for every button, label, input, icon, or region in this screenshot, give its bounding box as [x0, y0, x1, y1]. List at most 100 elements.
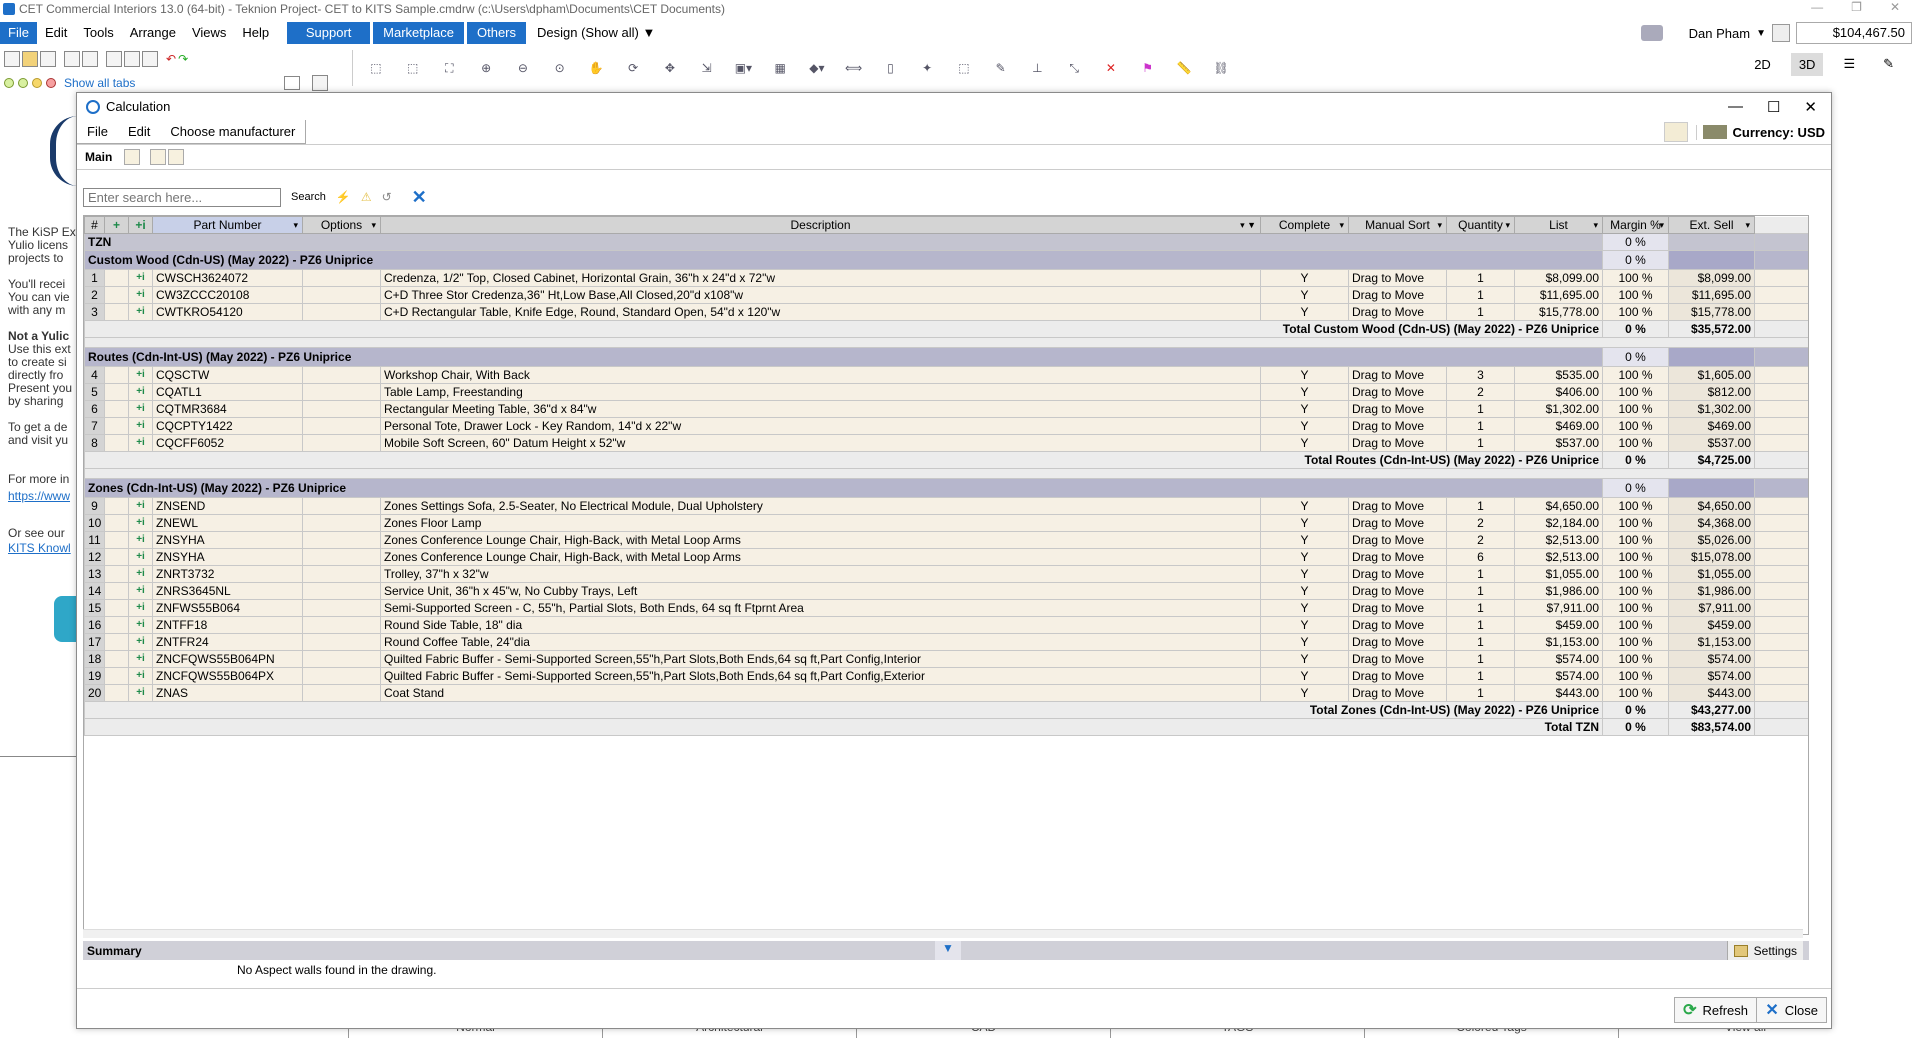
print-icon[interactable]	[82, 51, 98, 67]
quantity[interactable]: 2	[1446, 383, 1515, 401]
annotation-icon[interactable]: ✎	[990, 58, 1012, 78]
complete-flag[interactable]: Y	[1260, 366, 1349, 384]
refresh-button[interactable]: ⟳ Refresh	[1674, 997, 1757, 1023]
options-cell[interactable]	[302, 269, 381, 287]
table-row[interactable]: 12 +i ZNSYHA Zones Conference Lounge Chair,…	[84, 548, 1808, 566]
table-row[interactable]: 20 +i ZNAS Coat Stand Y Drag to Move 1 $443.00 1…	[84, 684, 1808, 702]
menu-help[interactable]: Help	[234, 22, 277, 44]
quantity[interactable]: 2	[1446, 514, 1515, 532]
part-number[interactable]: ZNFWS55B064	[152, 599, 303, 617]
table-row[interactable]: 3 +i CWTKRO54120 C+D Rectangular Table, Kni…	[84, 303, 1808, 321]
margin-percent[interactable]: 100 %	[1602, 599, 1669, 617]
margin-percent[interactable]: 100 %	[1602, 667, 1669, 685]
table-row[interactable]: 17 +i ZNTFR24 Round Coffee Table, 24"dia Y Dr…	[84, 633, 1808, 651]
row-add-cell[interactable]	[104, 434, 129, 452]
margin-percent[interactable]: 100 %	[1602, 269, 1669, 287]
complete-flag[interactable]: Y	[1260, 616, 1349, 634]
calculator-icon[interactable]: ▦	[769, 58, 791, 78]
info-link[interactable]: https://www	[8, 490, 70, 503]
maximize-icon[interactable]: ☐	[1767, 98, 1780, 116]
currency-selector[interactable]: Currency: USD	[1695, 124, 1825, 140]
part-number[interactable]: CQCPTY1422	[152, 417, 303, 435]
edit-pen-icon[interactable]: ✎	[1875, 52, 1902, 76]
part-number[interactable]: CWTKRO54120	[152, 303, 303, 321]
description[interactable]: Service Unit, 36"h x 45"w, No Cubby Tray…	[380, 582, 1261, 600]
warning-icon[interactable]: ⚠	[361, 190, 372, 204]
margin-percent[interactable]: 100 %	[1602, 366, 1669, 384]
expand-row-icon[interactable]: +i	[128, 650, 153, 668]
quantity[interactable]: 1	[1446, 633, 1515, 651]
quantity[interactable]: 2	[1446, 531, 1515, 549]
complete-flag[interactable]: Y	[1260, 582, 1349, 600]
options-cell[interactable]	[302, 366, 381, 384]
table-row[interactable]: 14 +i ZNRS3645NL Service Unit, 36"h x 45"w,…	[84, 582, 1808, 600]
row-number[interactable]: 7	[84, 417, 105, 435]
row-number[interactable]: 1	[84, 269, 105, 287]
zoom-previous-icon[interactable]: ⊙	[549, 58, 571, 78]
description[interactable]: Quilted Fabric Buffer - Semi-Supported S…	[380, 650, 1261, 668]
wall-icon[interactable]: ▯	[880, 58, 902, 78]
undo-icon[interactable]: ↶	[166, 52, 176, 66]
expand-row-icon[interactable]: +i	[128, 400, 153, 418]
menu-others[interactable]: Others	[466, 22, 526, 44]
row-add-cell[interactable]	[104, 616, 129, 634]
complete-flag[interactable]: Y	[1260, 400, 1349, 418]
manual-sort-handle[interactable]: Drag to Move	[1348, 650, 1447, 668]
expand-row-icon[interactable]: +i	[128, 514, 153, 532]
manual-sort-handle[interactable]: Drag to Move	[1348, 286, 1447, 304]
quantity[interactable]: 1	[1446, 434, 1515, 452]
column-header-list[interactable]: List ▾	[1514, 216, 1603, 234]
complete-flag[interactable]: Y	[1260, 633, 1349, 651]
expand-row-icon[interactable]: +i	[128, 582, 153, 600]
expand-row-icon[interactable]: +i	[128, 417, 153, 435]
options-cell[interactable]	[302, 599, 381, 617]
complete-flag[interactable]: Y	[1260, 599, 1349, 617]
manual-sort-handle[interactable]: Drag to Move	[1348, 366, 1447, 384]
open-folder-icon[interactable]	[22, 51, 38, 67]
column-header-part-number[interactable]: Part Number ▾	[152, 216, 303, 234]
search-button[interactable]: Search	[291, 191, 326, 203]
margin-percent[interactable]: 100 %	[1602, 548, 1669, 566]
row-number[interactable]: 8	[84, 434, 105, 452]
complete-flag[interactable]: Y	[1260, 667, 1349, 685]
description[interactable]: Round Coffee Table, 24"dia	[380, 633, 1261, 651]
part-number[interactable]: CW3ZCCC20108	[152, 286, 303, 304]
quantity[interactable]: 1	[1446, 565, 1515, 583]
settings-button[interactable]: Settings	[1726, 941, 1803, 960]
description[interactable]: Round Side Table, 18" dia	[380, 616, 1261, 634]
table-row[interactable]: 5 +i CQATL1 Table Lamp, Freestanding Y Drag t…	[84, 383, 1808, 401]
light-icon[interactable]: ✦	[916, 58, 938, 78]
filter-icon[interactable]: ⚡	[336, 190, 351, 204]
options-cell[interactable]	[302, 531, 381, 549]
manual-sort-handle[interactable]: Drag to Move	[1348, 667, 1447, 685]
quantity[interactable]: 1	[1446, 650, 1515, 668]
row-add-cell[interactable]	[104, 633, 129, 651]
quantity[interactable]: 3	[1446, 366, 1515, 384]
manual-sort-handle[interactable]: Drag to Move	[1348, 383, 1447, 401]
row-add-cell[interactable]	[104, 366, 129, 384]
group-margin[interactable]: 0 %	[1602, 250, 1669, 270]
expand-row-icon[interactable]: +i	[128, 599, 153, 617]
paint-icon[interactable]: ◆▾	[806, 58, 828, 78]
row-add-cell[interactable]	[104, 684, 129, 702]
margin-percent[interactable]: 100 %	[1602, 633, 1669, 651]
options-cell[interactable]	[302, 684, 381, 702]
row-add-cell[interactable]	[104, 286, 129, 304]
options-cell[interactable]	[302, 650, 381, 668]
yulio-button[interactable]	[54, 596, 78, 642]
manual-sort-handle[interactable]: Drag to Move	[1348, 269, 1447, 287]
part-number[interactable]: ZNRS3645NL	[152, 582, 303, 600]
column-header-ext-sell[interactable]: Ext. Sell ▾	[1668, 216, 1755, 234]
expand-row-icon[interactable]: +i	[128, 434, 153, 452]
quantity[interactable]: 1	[1446, 497, 1515, 515]
table-row[interactable]: 9 +i ZNSEND Zones Settings Sofa, 2.5-Seater…	[84, 497, 1808, 515]
row-add-cell[interactable]	[104, 303, 129, 321]
manual-sort-handle[interactable]: Drag to Move	[1348, 633, 1447, 651]
description[interactable]: Coat Stand	[380, 684, 1261, 702]
complete-flag[interactable]: Y	[1260, 434, 1349, 452]
document-icon[interactable]	[150, 149, 167, 165]
margin-percent[interactable]: 100 %	[1602, 531, 1669, 549]
description[interactable]: Trolley, 37"h x 32"w	[380, 565, 1261, 583]
description[interactable]: Credenza, 1/2" Top, Closed Cabinet, Hori…	[380, 269, 1261, 287]
delete-icon[interactable]: ✕	[1100, 58, 1122, 78]
